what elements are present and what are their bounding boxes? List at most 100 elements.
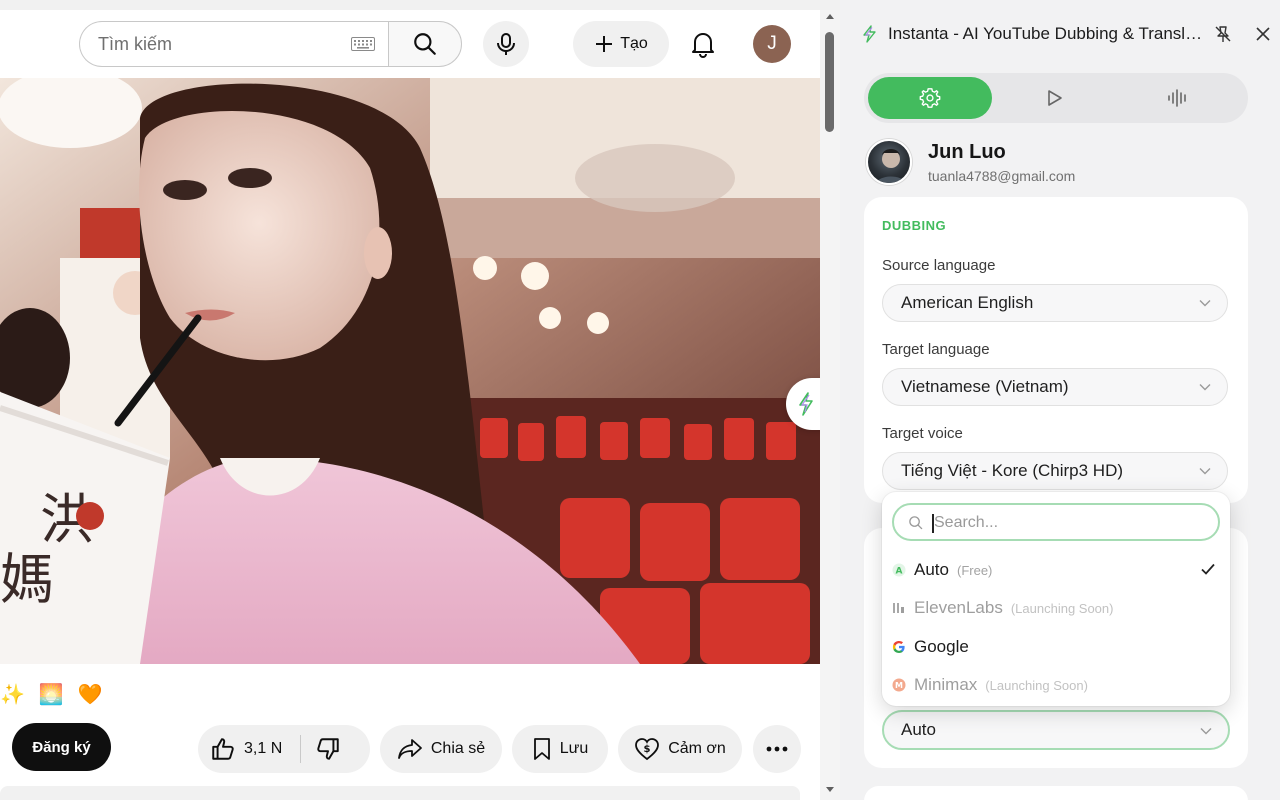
chevron-down-icon <box>1200 728 1212 735</box>
search-input[interactable]: Tìm kiếm <box>79 21 389 67</box>
heart-dollar-icon: $ <box>635 738 660 761</box>
voice-provider-dropdown: Search... A Auto (Free) ElevenLabs (Launch… <box>882 492 1230 706</box>
microphone-icon <box>497 33 515 55</box>
bell-icon <box>692 33 714 58</box>
user-email: tuanla4788@gmail.com <box>928 168 1076 184</box>
like-divider <box>300 735 302 763</box>
tab-player[interactable] <box>992 77 1116 119</box>
comments-section-edge <box>0 786 800 800</box>
checkmark-icon <box>1201 563 1215 575</box>
instanta-side-panel: Instanta - AI YouTube Dubbing & Translat… <box>840 0 1280 800</box>
save-button[interactable]: Lưu <box>512 725 608 773</box>
video-player[interactable]: 洪 媽 <box>0 78 820 664</box>
video-frame: 洪 媽 <box>0 78 820 664</box>
elevenlabs-icon <box>892 601 906 615</box>
provider-option-name: Auto <box>914 560 949 579</box>
close-icon[interactable] <box>1254 25 1272 43</box>
google-g-icon <box>892 640 906 654</box>
voice-search-button[interactable] <box>483 21 529 67</box>
tab-settings[interactable] <box>868 77 992 119</box>
provider-search-placeholder: Search... <box>934 514 999 531</box>
sparkles-emoji: ✨ <box>0 684 25 706</box>
target-voice-value: Tiếng Việt - Kore (Chirp3 HD) <box>901 461 1124 480</box>
provider-option-auto[interactable]: A Auto (Free) <box>888 552 1224 588</box>
auto-provider-icon: A <box>892 563 906 577</box>
search-icon <box>414 33 436 55</box>
scroll-down-arrow-icon[interactable] <box>825 784 835 794</box>
screen: Tìm kiếm Tạo J 洪 媽 ✨ 🌅 🧡 Đăng ký 3,1 N C… <box>0 0 1280 800</box>
chevron-down-icon <box>1199 384 1211 391</box>
provider-option-name: ElevenLabs <box>914 598 1003 617</box>
keyboard-icon[interactable] <box>351 37 375 51</box>
provider-option-minimax[interactable]: M Minimax (Launching Soon) <box>888 667 1224 703</box>
plus-icon <box>596 36 613 52</box>
target-language-label: Target language <box>882 341 990 358</box>
instanta-logo-icon <box>863 25 876 43</box>
chevron-down-icon <box>1199 300 1211 307</box>
provider-option-tag: (Launching Soon) <box>1010 601 1114 616</box>
target-voice-label: Target voice <box>882 425 963 442</box>
provider-option-tag: (Free) <box>956 563 993 578</box>
lightning-logo-icon <box>799 392 813 416</box>
save-label: Lưu <box>559 740 589 757</box>
like-count[interactable]: 3,1 N <box>244 740 282 758</box>
unpin-icon[interactable] <box>1214 25 1232 43</box>
tab-voice[interactable] <box>1116 77 1240 119</box>
create-button[interactable]: Tạo <box>573 21 669 67</box>
svg-text:$: $ <box>644 744 651 755</box>
orange-heart-emoji: 🧡 <box>77 684 103 706</box>
browser-top-strip <box>0 0 840 10</box>
notifications-button[interactable] <box>686 24 720 64</box>
svg-text:A: A <box>896 566 903 576</box>
more-horizontal-icon <box>766 746 788 752</box>
source-language-label: Source language <box>882 257 996 274</box>
thumbs-up-icon[interactable] <box>210 736 236 762</box>
provider-option-elevenlabs[interactable]: ElevenLabs (Launching Soon) <box>888 590 1224 626</box>
svg-text:媽: 媽 <box>0 548 54 611</box>
panel-tabs <box>864 73 1248 123</box>
dubbing-settings-card: DUBBING Source language American English… <box>864 197 1248 503</box>
waveform-icon <box>1168 89 1186 107</box>
panel-title: Instanta - AI YouTube Dubbing & Translat… <box>888 24 1206 43</box>
provider-option-name: Minimax <box>914 675 978 694</box>
source-language-select[interactable]: American English <box>882 284 1228 322</box>
account-avatar[interactable]: J <box>753 25 791 63</box>
share-label: Chia sẻ <box>430 740 486 757</box>
voice-provider-select[interactable]: Auto <box>882 710 1230 750</box>
share-arrow-icon <box>397 739 422 759</box>
provider-option-google[interactable]: Google <box>888 629 1224 665</box>
provider-option-tag: (Launching Soon) <box>985 678 1088 693</box>
sunrise-emoji: 🌅 <box>38 684 64 706</box>
dubbing-section-title: DUBBING <box>882 218 947 233</box>
thanks-button[interactable]: $ Cảm ơn <box>618 725 742 773</box>
target-language-value: Vietnamese (Vietnam) <box>901 377 1069 396</box>
user-photo <box>875 149 907 183</box>
next-settings-card <box>864 786 1248 800</box>
create-label: Tạo <box>620 35 648 52</box>
user-name: Jun Luo <box>928 141 1006 163</box>
play-icon <box>1048 90 1062 106</box>
thumbs-down-icon[interactable] <box>315 736 341 762</box>
search-placeholder: Tìm kiếm <box>98 33 172 54</box>
youtube-page: Tìm kiếm Tạo J 洪 媽 ✨ 🌅 🧡 Đăng ký 3,1 N C… <box>0 0 840 800</box>
minimax-icon: M <box>892 678 906 692</box>
subscribe-button[interactable]: Đăng ký <box>12 723 111 771</box>
provider-option-name: Google <box>914 637 969 656</box>
scrollbar-thumb[interactable] <box>825 32 834 132</box>
target-language-select[interactable]: Vietnamese (Vietnam) <box>882 368 1228 406</box>
more-actions-button[interactable] <box>753 725 801 773</box>
scroll-up-arrow-icon[interactable] <box>825 12 835 22</box>
provider-search-input[interactable]: Search... <box>892 503 1220 541</box>
share-button[interactable]: Chia sẻ <box>380 725 502 773</box>
like-dislike-group: 3,1 N <box>198 725 370 773</box>
search-button[interactable] <box>388 21 462 67</box>
target-voice-select[interactable]: Tiếng Việt - Kore (Chirp3 HD) <box>882 452 1228 490</box>
thanks-label: Cảm ơn <box>668 740 726 757</box>
source-language-value: American English <box>901 293 1034 312</box>
gear-icon <box>919 88 941 108</box>
voice-provider-value: Auto <box>901 720 936 739</box>
search-icon <box>909 516 923 530</box>
description-emojis: ✨ 🌅 🧡 <box>0 682 103 707</box>
chevron-down-icon <box>1199 468 1211 475</box>
bookmark-icon <box>533 738 550 760</box>
